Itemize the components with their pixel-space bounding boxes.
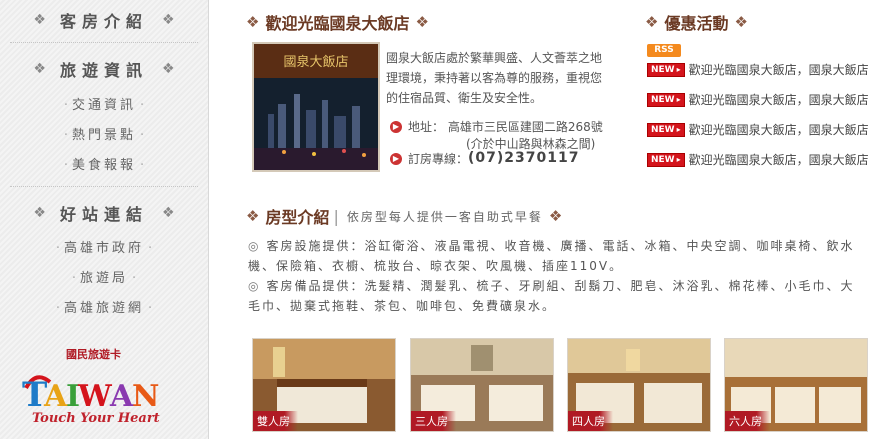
hotel-intro-text: 國泉大飯店處於繁華興盛、人文薈萃之地理環境，秉持著以客為尊的服務，重視您的住宿品… bbox=[386, 51, 603, 105]
new-badge: NEW bbox=[647, 122, 685, 137]
diamond-icon: ❖ bbox=[246, 207, 260, 225]
room-type-label: 三人房 bbox=[411, 411, 456, 431]
sidebar-item-travel-net[interactable]: · 高雄旅遊網 · bbox=[0, 297, 208, 316]
rooms-title: ❖ 房型介紹 | 依房型每人提供一客自助式早餐 ❖ bbox=[246, 204, 568, 228]
facilities-value: 客房設施提供：浴缸衛浴、液晶電視、收音機、廣播、電話、冰箱、中央空調、咖啡桌椅、… bbox=[248, 239, 855, 273]
facilities-text: ◎ 客房設施提供：浴缸衛浴、液晶電視、收音機、廣播、電話、冰箱、中央空調、咖啡桌椅… bbox=[248, 236, 860, 276]
diamond-icon: ❖ bbox=[734, 13, 748, 31]
amenities-text: ◎ 客房備品提供：洗髮精、潤髮乳、梳子、牙刷組、刮鬍刀、肥皂、沐浴乳、棉花棒、小毛… bbox=[248, 276, 860, 316]
svg-text:W: W bbox=[77, 379, 113, 414]
rss-badge[interactable]: RSS bbox=[647, 44, 681, 57]
page: ❖ 客房介紹 ❖ ❖ 旅遊資訊 ❖ · 交通資訊 · · 熱門景點 · · 美食報報 · ❖… bbox=[0, 0, 872, 439]
sidebar-item-food[interactable]: · 美食報報 · bbox=[0, 154, 208, 173]
promo-item[interactable]: NEW 歡迎光臨國泉大飯店，國泉大飯店 bbox=[647, 61, 869, 78]
sidebar-head-travel: ❖ 旅遊資訊 ❖ bbox=[0, 58, 208, 80]
sidebar-item-traffic[interactable]: · 交通資訊 · bbox=[0, 94, 208, 113]
address-label: 地址： bbox=[408, 120, 445, 134]
new-badge: NEW bbox=[647, 92, 685, 107]
arrow-circle-icon: ▶ bbox=[390, 121, 402, 133]
address-note: (介於中山路與林森之間) bbox=[466, 137, 596, 151]
diamond-icon: ❖ bbox=[246, 13, 260, 31]
sidebar-head-label: 客房介紹 bbox=[59, 12, 148, 31]
diamond-icon: ❖ bbox=[645, 13, 659, 31]
rooms-subtitle: 依房型每人提供一客自助式早餐 bbox=[346, 209, 543, 224]
promo-item-text[interactable]: 歡迎光臨國泉大飯店，國泉大飯店 bbox=[689, 121, 869, 138]
sidebar-head-label: 旅遊資訊 bbox=[59, 61, 148, 80]
sidebar-item-label: 高雄市政府 bbox=[63, 241, 144, 256]
sidebar-item-label: 旅遊局 bbox=[79, 271, 128, 286]
sidebar-item-label: 美食報報 bbox=[71, 158, 136, 173]
svg-text:A: A bbox=[109, 379, 134, 414]
diamond-icon: ❖ bbox=[162, 205, 175, 221]
diamond-icon: ❖ bbox=[162, 61, 175, 77]
promo-item-text[interactable]: 歡迎光臨國泉大飯店，國泉大飯店 bbox=[689, 91, 869, 108]
phone-label: 訂房專線： bbox=[408, 152, 469, 166]
sidebar-head-rooms[interactable]: ❖ 客房介紹 ❖ bbox=[0, 9, 208, 31]
promo-item[interactable]: NEW 歡迎光臨國泉大飯店，國泉大飯店 bbox=[647, 91, 869, 108]
promo-title: ❖ 優惠活動 ❖ bbox=[645, 10, 754, 34]
svg-text:N: N bbox=[132, 379, 159, 414]
diamond-icon: ❖ bbox=[33, 61, 46, 77]
address-row: ▶ 地址： 高雄市三民區建國二路268號 (介於中山路與林森之間) bbox=[390, 118, 603, 152]
promo-item-text[interactable]: 歡迎光臨國泉大飯店，國泉大飯店 bbox=[689, 151, 869, 168]
sidebar-item-tourism-bureau[interactable]: · 旅遊局 · bbox=[0, 267, 208, 286]
promo-item[interactable]: NEW 歡迎光臨國泉大飯店，國泉大飯店 bbox=[647, 151, 869, 168]
phone-value: (07)2370117 bbox=[468, 150, 580, 166]
arrow-circle-icon: ▶ bbox=[390, 153, 402, 165]
diamond-icon: ❖ bbox=[548, 207, 563, 225]
sidebar-head-links: ❖ 好站連結 ❖ bbox=[0, 202, 208, 224]
promo-item[interactable]: NEW 歡迎光臨國泉大飯店，國泉大飯店 bbox=[647, 121, 869, 138]
address-value: 高雄市三民區建國二路268號 bbox=[447, 120, 603, 134]
sidebar-item-label: 熱門景點 bbox=[71, 128, 136, 143]
welcome-title-text: 歡迎光臨國泉大飯店 bbox=[265, 14, 410, 33]
phone-row: ▶ 訂房專線： (07)2370117 bbox=[390, 150, 579, 167]
hotel-photo: 國泉大飯店 bbox=[252, 42, 380, 172]
new-badge: NEW bbox=[647, 152, 685, 167]
sidebar-item-spots[interactable]: · 熱門景點 · bbox=[0, 124, 208, 143]
room-type-label: 六人房 bbox=[725, 411, 770, 431]
sidebar-item-label: 高雄旅遊網 bbox=[63, 301, 144, 316]
hotel-sign-text: 國泉大飯店 bbox=[283, 54, 348, 70]
sidebar: ❖ 客房介紹 ❖ ❖ 旅遊資訊 ❖ · 交通資訊 · · 熱門景點 · · 美食報報 · ❖… bbox=[0, 0, 209, 439]
separator: | bbox=[333, 206, 339, 226]
diamond-icon: ❖ bbox=[33, 205, 46, 221]
sidebar-item-city-gov[interactable]: · 高雄市政府 · bbox=[0, 237, 208, 256]
logo-tagline: Touch Your Heart bbox=[32, 411, 160, 426]
new-badge: NEW bbox=[647, 62, 685, 77]
room-type-label: 雙人房 bbox=[253, 411, 298, 431]
welcome-title: ❖ 歡迎光臨國泉大飯店 ❖ bbox=[246, 10, 435, 34]
diamond-icon: ❖ bbox=[33, 12, 46, 28]
promo-title-text: 優惠活動 bbox=[664, 14, 729, 33]
promo-item-text[interactable]: 歡迎光臨國泉大飯店，國泉大飯店 bbox=[689, 61, 869, 78]
diamond-icon: ❖ bbox=[415, 13, 429, 31]
bullseye-icon: ◎ bbox=[248, 239, 261, 253]
amenities-value: 客房備品提供：洗髮精、潤髮乳、梳子、牙刷組、刮鬍刀、肥皂、沐浴乳、棉花棒、小毛巾… bbox=[248, 279, 855, 313]
room-card-triple[interactable]: 三人房 bbox=[410, 338, 554, 432]
hotel-night-view-image: 國泉大飯店 bbox=[254, 44, 378, 170]
room-type-label: 四人房 bbox=[568, 411, 613, 431]
sidebar-item-label: 交通資訊 bbox=[71, 98, 136, 113]
diamond-icon: ❖ bbox=[162, 12, 175, 28]
room-card-quad[interactable]: 四人房 bbox=[567, 338, 711, 432]
bullseye-icon: ◎ bbox=[248, 279, 261, 293]
rooms-title-text: 房型介紹 bbox=[265, 208, 330, 227]
sidebar-head-label: 好站連結 bbox=[59, 205, 148, 224]
room-card-six[interactable]: 六人房 bbox=[724, 338, 868, 432]
room-card-double[interactable]: 雙人房 bbox=[252, 338, 396, 432]
divider bbox=[10, 42, 198, 43]
divider bbox=[10, 186, 198, 187]
svg-text:A: A bbox=[43, 379, 68, 414]
taiwan-travel-card-logo[interactable]: 國民旅遊卡 T A I W A N Touch Your Heart bbox=[18, 344, 168, 432]
